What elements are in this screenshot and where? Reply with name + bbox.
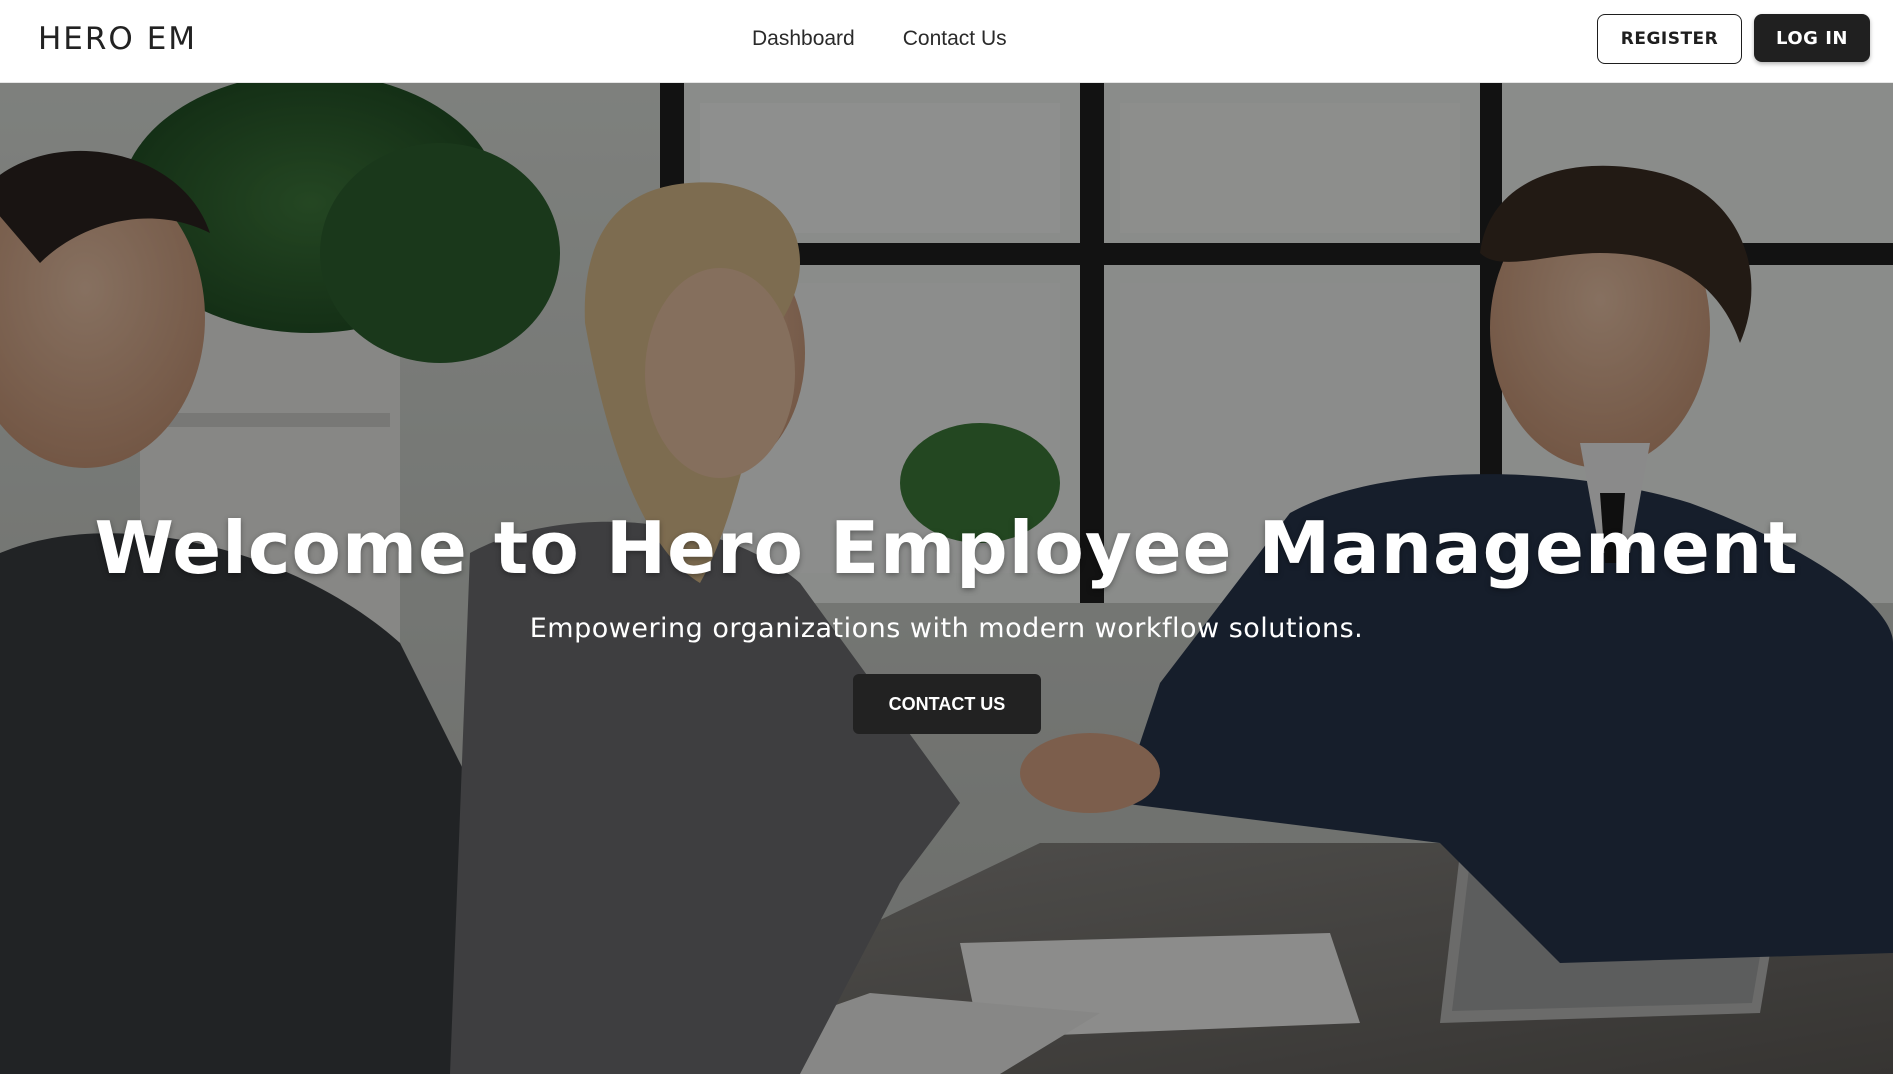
hero-section: Welcome to Hero Employee Management Empo…	[0, 83, 1893, 1074]
top-navbar: HERO EM Dashboard Contact Us REGISTER LO…	[0, 0, 1893, 83]
hero-subtitle: Empowering organizations with modern wor…	[529, 613, 1364, 644]
nav-link-dashboard[interactable]: Dashboard	[752, 22, 855, 56]
register-button[interactable]: REGISTER	[1597, 14, 1742, 64]
nav-link-contact-us[interactable]: Contact Us	[903, 22, 1007, 56]
hero-title: Welcome to Hero Employee Management	[94, 506, 1799, 590]
brand-logo[interactable]: HERO EM	[38, 20, 197, 58]
main-nav: Dashboard Contact Us	[752, 22, 1007, 56]
contact-us-button[interactable]: CONTACT US	[853, 674, 1041, 734]
login-button[interactable]: LOG IN	[1754, 14, 1870, 62]
